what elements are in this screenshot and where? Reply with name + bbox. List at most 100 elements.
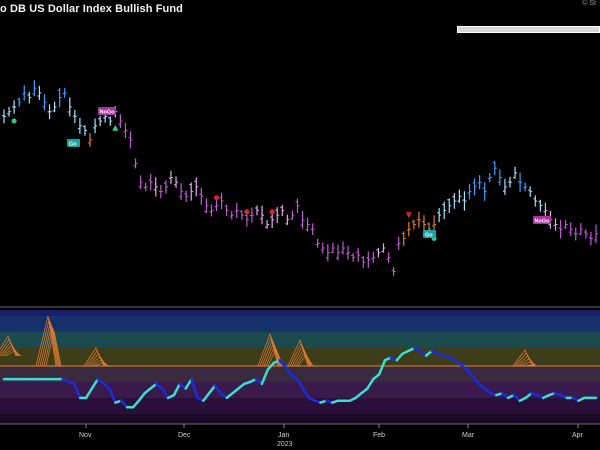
price-bar [123,122,128,139]
price-bar [27,91,32,104]
price-bar [52,101,57,113]
price-bar [189,182,194,201]
price-bar [280,204,285,216]
price-bar [416,211,421,228]
signal-dot [244,209,250,215]
price-bar [300,210,305,229]
price-bar [533,195,538,207]
price-bar [391,267,396,276]
price-bar [88,133,93,147]
price-bar [361,255,366,269]
price-bar [194,177,199,197]
price-bar [57,88,62,108]
price-bar [325,244,330,262]
price-bar [573,227,578,241]
price-bar [320,242,325,254]
price-chart[interactable]: Go NoGo Go NoGo Nov Dec Jan 2023 Feb Mar [0,0,600,450]
price-bar [588,231,593,246]
price-bar [578,223,583,236]
price-bar [346,245,351,260]
price-bar [497,169,502,186]
price-bars [2,80,598,276]
price-bar [98,116,103,127]
price-bar [184,190,189,203]
signal-triangle-up [112,124,119,131]
price-bar [401,231,406,246]
search-input[interactable] [457,26,600,33]
go-label-2-text: Go [425,233,433,239]
price-bar [2,109,6,124]
signal-dot [214,195,220,201]
price-bar [594,224,598,244]
price-bar [341,241,346,255]
x-axis: Nov Dec Jan 2023 Feb Mar Apr [79,424,584,448]
price-bar [335,244,340,261]
price-bar [442,201,447,220]
price-bar [482,182,487,201]
x-tick-mar: Mar [462,432,475,439]
price-bar [472,178,477,196]
price-bar [502,178,507,195]
price-bar [538,199,543,212]
price-bar [168,170,173,185]
price-bar [351,253,356,262]
price-bar [37,85,42,100]
price-bar [492,161,497,175]
price-bar [568,222,573,237]
signal-triangle-down [405,212,412,219]
price-bar [239,210,244,220]
price-bar [158,184,163,199]
price-bar [82,125,87,136]
price-bar [411,219,416,230]
x-tick-year: 2023 [277,441,293,448]
price-bar [513,166,518,179]
price-bar [371,251,376,264]
signal-markers [11,118,437,241]
price-bar [148,174,153,191]
price-bar [244,212,249,227]
price-bar [42,94,47,111]
price-bar [219,192,224,210]
price-bar [108,116,113,126]
x-tick-jan: Jan [278,432,289,439]
price-bar [143,182,148,192]
watermark: © St [582,0,596,7]
x-tick-feb: Feb [373,432,385,439]
price-bar [275,207,280,224]
price-bar [118,114,123,128]
price-bar [7,106,12,117]
go-label-1-text: Go [69,142,77,148]
price-bar [366,251,371,269]
oscillator-band-1 [0,316,600,332]
x-tick-nov: Nov [79,432,92,439]
price-bar [315,238,320,248]
price-bar [260,205,265,225]
price-bar [229,210,234,220]
price-bar [47,104,52,120]
price-bar [563,219,568,230]
price-bar [381,243,386,253]
price-bar [396,236,401,251]
oscillator-band-top [0,310,600,316]
price-bar [467,183,472,200]
price-bar [67,97,72,117]
oscillator-panel [0,306,600,425]
price-bar [285,214,290,225]
price-bar [214,200,219,212]
oscillator-band-4 [0,366,600,382]
price-bar [32,80,37,97]
price-bar [265,220,270,229]
price-bar [163,180,168,194]
oscillator-band-6 [0,398,600,414]
price-bar [452,193,457,209]
price-bar [487,172,492,183]
price-bar [310,223,315,236]
price-bar [153,177,158,197]
price-bar [72,109,77,123]
price-bar [543,202,548,219]
price-bar [528,186,533,197]
price-bar [462,191,467,211]
price-bar [12,100,17,114]
price-bar [254,205,259,216]
price-bar [62,87,67,98]
